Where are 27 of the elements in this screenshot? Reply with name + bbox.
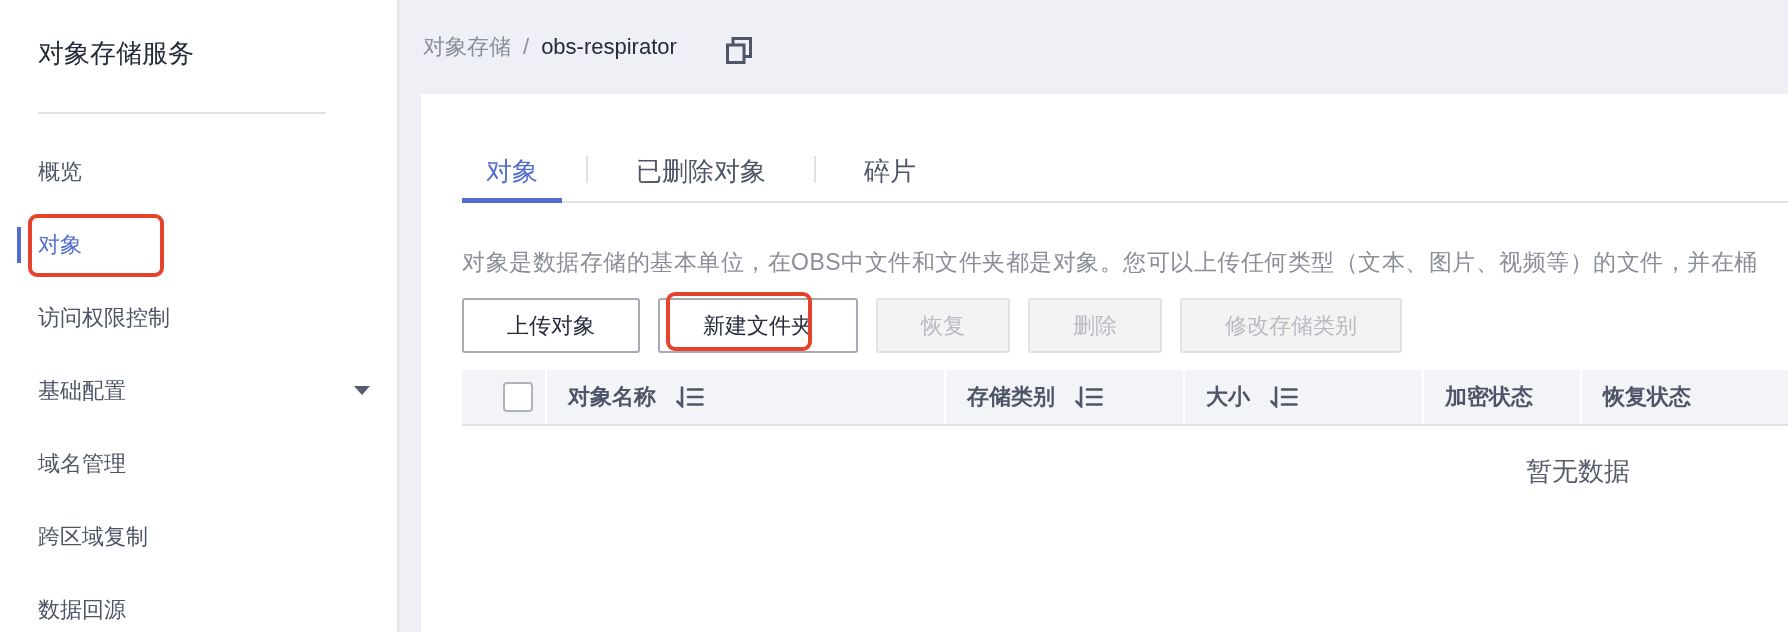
sidebar-title: 对象存储服务 [38,37,194,70]
caret-icon[interactable] [354,386,370,395]
breadcrumb-separator: / [523,34,530,60]
tab[interactable]: 对象 [462,138,562,203]
tab[interactable]: 碎片 [840,138,940,203]
action-button[interactable]: 上传对象 [462,298,640,353]
sort-icon[interactable] [674,386,704,408]
sort-icon[interactable] [1268,386,1298,408]
nav-item[interactable]: 访问权限控制 [38,302,397,333]
copy-icon[interactable] [725,36,752,64]
nav-item[interactable]: 跨区域复制 [38,521,397,552]
description-text: 对象是数据存储的基本单位，在OBS中文件和文件夹都是对象。您可以上传任何类型（文本、图片、视频等）的文件，并在桶 [462,248,1758,277]
column-header[interactable]: 对象名称 [545,370,944,424]
breadcrumb-current: obs-respirator [541,34,677,60]
select-all-checkbox[interactable] [503,382,533,412]
sort-icon[interactable] [1073,386,1103,408]
nav-item[interactable]: 数据回源 [38,594,397,625]
column-header: 加密状态 [1422,370,1580,424]
column-header[interactable]: 存储类别 [944,370,1183,424]
column-header: 恢复状态 [1580,370,1788,424]
nav-item[interactable]: 对象 [38,229,397,260]
empty-message: 暂无数据 [1526,455,1630,488]
nav-item[interactable]: 基础配置 [38,375,397,406]
column-header[interactable]: 大小 [1183,370,1422,424]
nav-item[interactable]: 概览 [38,156,397,187]
nav-item[interactable]: 域名管理 [38,448,397,479]
tab[interactable]: 已删除对象 [612,138,790,203]
